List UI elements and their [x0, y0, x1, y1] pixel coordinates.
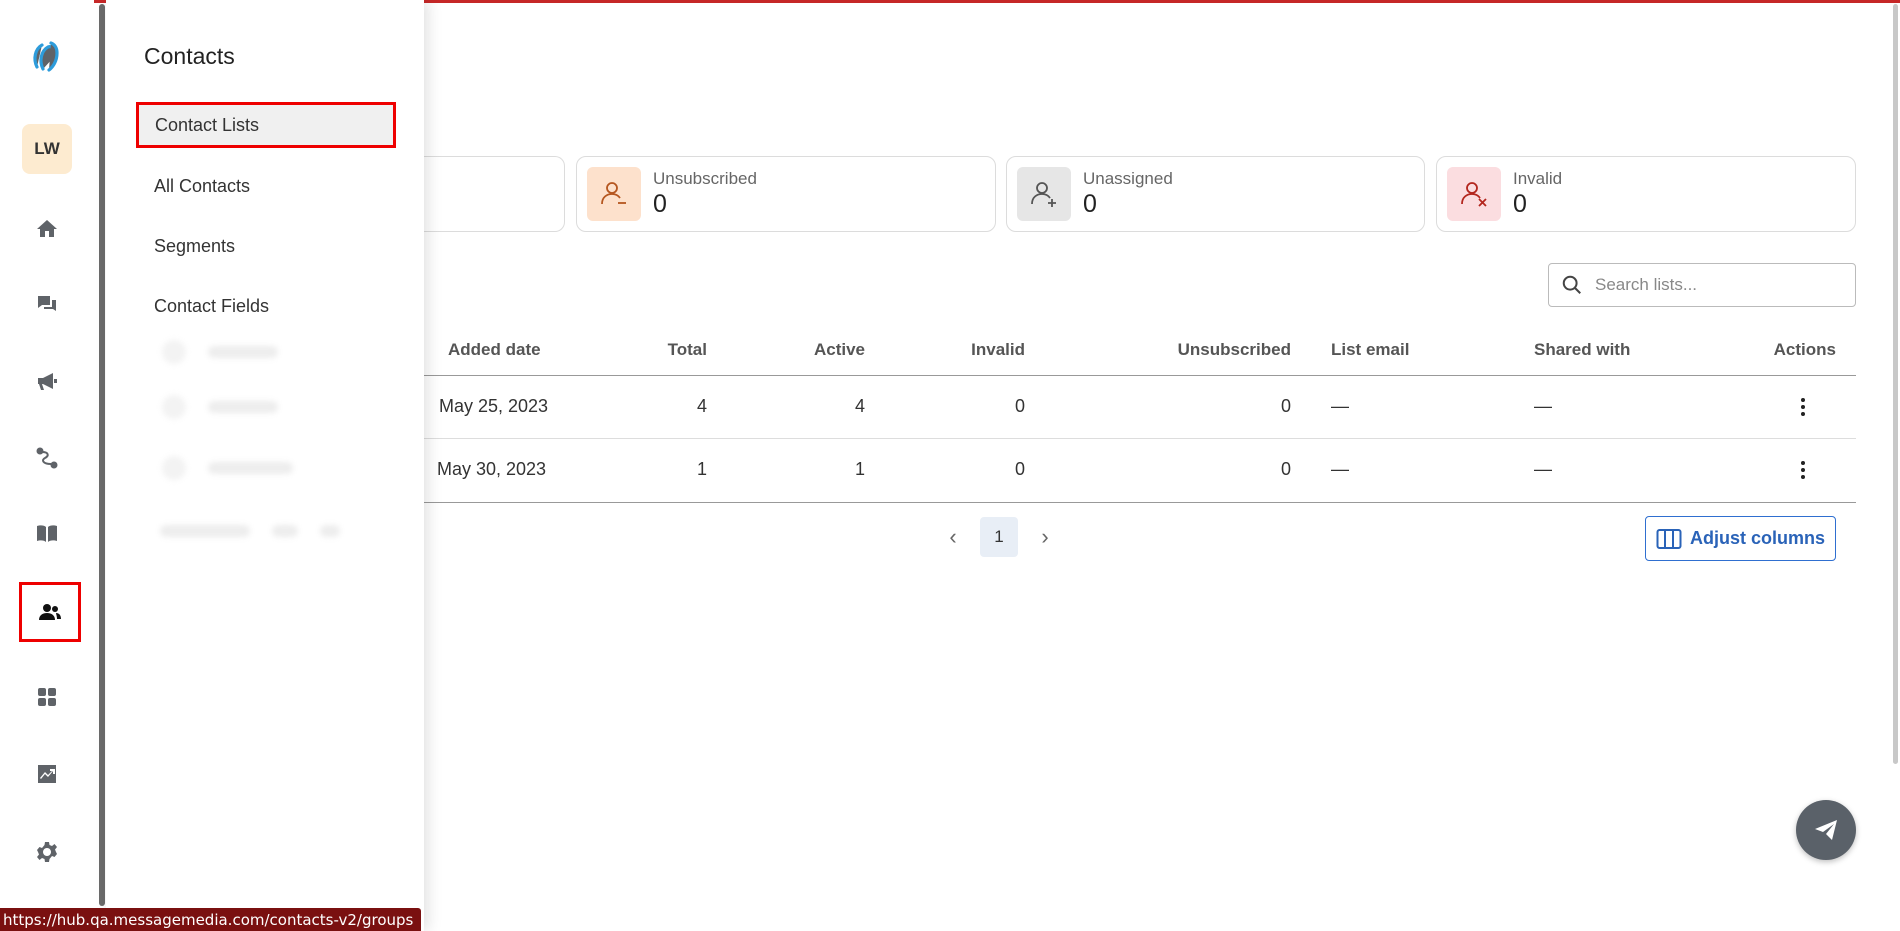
submenu-item-all-contacts[interactable]: All Contacts — [134, 163, 394, 209]
status-bar-url: https://hub.qa.messagemedia.com/contacts… — [0, 908, 422, 931]
stat-value: 0 — [653, 190, 667, 218]
stat-label: Unsubscribed — [653, 169, 757, 188]
stat-value: 0 — [1083, 190, 1097, 218]
col-header-invalid[interactable]: Invalid — [950, 340, 1025, 360]
cell-unsubscribed: 0 — [1280, 459, 1291, 479]
row-actions-kebab-icon[interactable] — [1793, 457, 1813, 483]
blurred-row — [162, 456, 293, 480]
unsubscribed-icon — [587, 167, 641, 221]
search-input[interactable] — [1595, 275, 1835, 295]
cell-active: 4 — [854, 396, 865, 416]
cell-total: 1 — [696, 459, 707, 479]
cell-invalid: 0 — [1014, 396, 1025, 416]
cell-unsubscribed: 0 — [1280, 396, 1291, 416]
col-header-actions: Actions — [1773, 340, 1836, 359]
submenu-item-contact-fields[interactable]: Contact Fields — [134, 283, 394, 329]
col-header-active[interactable]: Active — [790, 340, 865, 360]
cell-added-date: May 25, 2023 — [439, 396, 549, 416]
apps-icon[interactable] — [22, 672, 72, 722]
cell-added-date: May 30, 2023 — [437, 459, 547, 479]
settings-icon[interactable] — [22, 827, 72, 877]
next-page-chevron-right-icon[interactable]: › — [1032, 522, 1058, 552]
col-header-added-date[interactable]: Added date — [448, 340, 541, 360]
submenu-title: Contacts — [144, 43, 235, 69]
analytics-icon[interactable] — [22, 749, 72, 799]
search-box[interactable] — [1548, 263, 1856, 307]
search-icon — [1562, 275, 1581, 294]
stat-value: 0 — [1513, 190, 1527, 218]
header-divider — [424, 375, 1856, 376]
cell-active: 1 — [854, 459, 865, 479]
page-scrollbar[interactable] — [1893, 4, 1898, 764]
blurred-row — [160, 525, 340, 537]
cell-shared-with: — — [1534, 396, 1552, 416]
cell-total: 4 — [696, 396, 707, 416]
cell-list-email: — — [1331, 459, 1349, 479]
submenu-item-contact-lists[interactable]: Contact Lists — [136, 102, 396, 148]
stat-label: Unassigned — [1083, 169, 1173, 188]
contacts-icon[interactable] — [19, 582, 81, 642]
user-avatar[interactable]: LW — [22, 124, 72, 174]
table-bottom-divider — [424, 502, 1856, 503]
row-actions-kebab-icon[interactable] — [1793, 394, 1813, 420]
adjust-columns-label: Adjust columns — [1689, 528, 1825, 548]
col-header-total[interactable]: Total — [640, 340, 707, 360]
rail-scrollbar[interactable] — [99, 4, 105, 906]
stat-card-invalid: Invalid 0 — [1436, 156, 1856, 232]
route-icon[interactable] — [22, 433, 72, 483]
stat-card-unsubscribed: Unsubscribed 0 — [576, 156, 996, 232]
page-number-button[interactable]: 1 — [980, 517, 1018, 557]
prev-page-chevron-left-icon[interactable]: ‹ — [940, 522, 966, 552]
book-icon[interactable] — [22, 508, 72, 558]
columns-icon — [1656, 528, 1682, 549]
adjust-columns-button[interactable]: Adjust columns — [1645, 516, 1836, 561]
col-header-list-email[interactable]: List email — [1331, 340, 1409, 360]
blurred-row — [162, 395, 278, 419]
send-message-fab[interactable] — [1796, 800, 1856, 860]
logo-icon[interactable] — [22, 32, 72, 82]
cell-list-email: — — [1331, 396, 1349, 416]
cell-invalid: 0 — [1014, 459, 1025, 479]
nav-rail: LW — [0, 0, 94, 931]
invalid-icon — [1447, 167, 1501, 221]
home-icon[interactable] — [22, 204, 72, 254]
col-header-unsubscribed[interactable]: Unsubscribed — [1110, 340, 1291, 360]
col-header-shared-with[interactable]: Shared with — [1534, 340, 1630, 360]
stat-card-unassigned: Unassigned 0 — [1006, 156, 1425, 232]
contacts-submenu: Contacts Contact Lists All Contacts Segm… — [106, 0, 424, 931]
row-divider — [424, 438, 1856, 439]
megaphone-icon[interactable] — [22, 356, 72, 406]
cell-shared-with: — — [1534, 459, 1552, 479]
chat-icon[interactable] — [22, 279, 72, 329]
stat-label: Invalid — [1513, 169, 1563, 188]
paper-plane-icon — [1815, 820, 1837, 840]
blurred-row — [162, 340, 278, 364]
submenu-item-segments[interactable]: Segments — [134, 223, 394, 269]
unassigned-icon — [1017, 167, 1071, 221]
